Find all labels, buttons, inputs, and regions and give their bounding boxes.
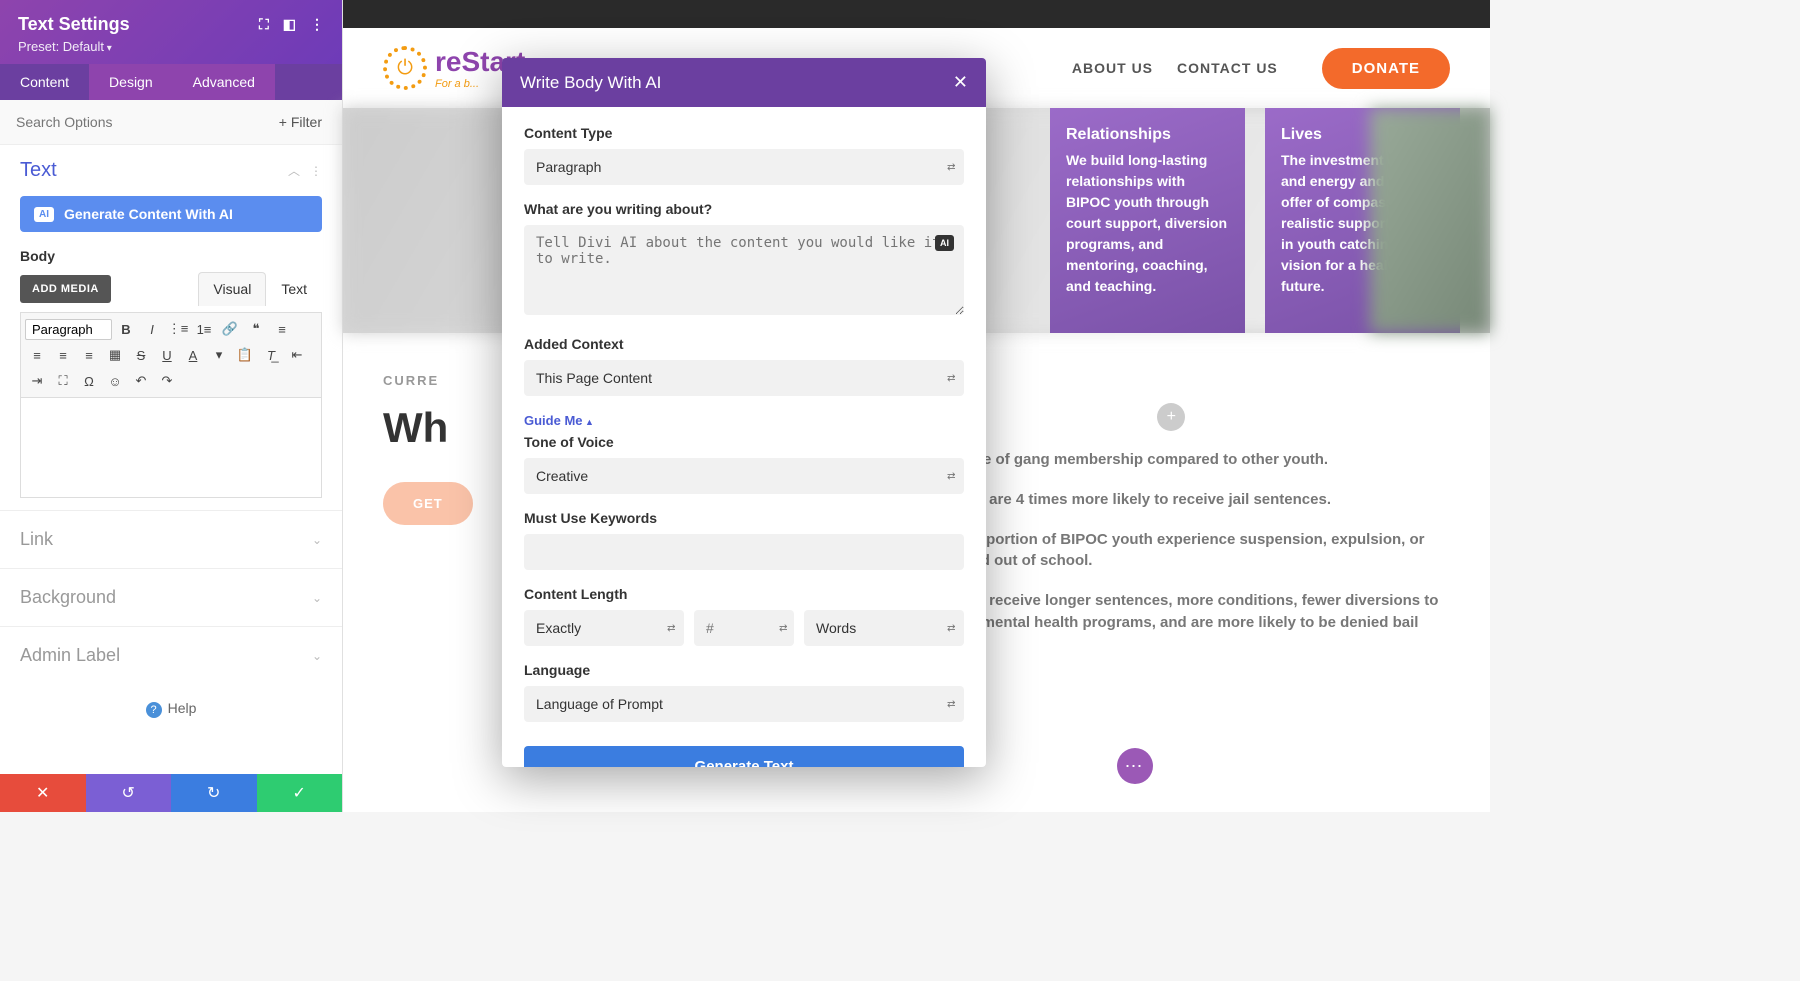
about-textarea[interactable] bbox=[524, 225, 964, 315]
about-label: What are you writing about? bbox=[524, 201, 964, 217]
add-media-button[interactable]: ADD MEDIA bbox=[20, 275, 111, 303]
paste-icon[interactable]: 📋 bbox=[233, 343, 257, 367]
menu-icon[interactable]: ⋮ bbox=[310, 16, 324, 33]
preset-dropdown[interactable]: Preset: Default bbox=[18, 39, 324, 54]
chevron-down-icon: ⌄ bbox=[312, 649, 322, 663]
added-context-select[interactable]: This Page Content bbox=[524, 360, 964, 396]
text-section-title: Text bbox=[20, 159, 57, 182]
clear-format-icon[interactable]: T̲ bbox=[259, 343, 283, 367]
editor-toolbar: Paragraph B I ⋮≡ 1≡ 🔗 ❝ ≡ ≡ ≡ ≡ ▦ S U A … bbox=[20, 312, 322, 398]
sidebar-title: Text Settings bbox=[18, 14, 130, 35]
modal-title: Write Body With AI bbox=[520, 73, 661, 93]
main-nav: ABOUT US CONTACT US DONATE bbox=[1072, 48, 1450, 89]
added-context-label: Added Context bbox=[524, 336, 964, 352]
chevron-up-icon[interactable]: ︿ bbox=[288, 162, 300, 179]
paragraph-select[interactable]: Paragraph bbox=[25, 319, 112, 340]
ai-modal: Write Body With AI ✕ Content Type Paragr… bbox=[502, 58, 986, 767]
modal-header: Write Body With AI ✕ bbox=[502, 58, 986, 107]
italic-icon[interactable]: I bbox=[140, 317, 164, 341]
redo-icon[interactable]: ↷ bbox=[155, 369, 179, 393]
nav-contact[interactable]: CONTACT US bbox=[1177, 60, 1278, 76]
close-icon[interactable]: ✕ bbox=[953, 72, 968, 93]
editor-textarea[interactable] bbox=[20, 398, 322, 498]
undo-icon[interactable]: ↶ bbox=[129, 369, 153, 393]
text-section-header[interactable]: Text ︿ ⋮ bbox=[0, 145, 342, 190]
sidebar-footer: ✕ ↺ ↻ ✓ bbox=[0, 774, 342, 812]
window-top-bar bbox=[343, 0, 1490, 28]
dock-icon[interactable]: ◧ bbox=[283, 16, 296, 33]
chevron-down-icon: ⌄ bbox=[312, 591, 322, 605]
bold-icon[interactable]: B bbox=[114, 317, 138, 341]
omega-icon[interactable]: Ω bbox=[77, 369, 101, 393]
outdent-icon[interactable]: ⇤ bbox=[285, 343, 309, 367]
generate-content-button[interactable]: AI Generate Content With AI bbox=[20, 196, 322, 232]
logo-icon bbox=[383, 46, 427, 90]
color-chevron-icon[interactable]: ▾ bbox=[207, 343, 231, 367]
fullscreen-icon[interactable]: ⛶ bbox=[51, 369, 75, 393]
language-label: Language bbox=[524, 662, 964, 678]
filter-button[interactable]: Filter bbox=[271, 110, 330, 134]
strikethrough-icon[interactable]: S bbox=[129, 343, 153, 367]
ai-badge-icon: AI bbox=[34, 207, 54, 222]
language-select[interactable]: Language of Prompt bbox=[524, 686, 964, 722]
table-icon[interactable]: ▦ bbox=[103, 343, 127, 367]
length-label: Content Length bbox=[524, 586, 964, 602]
add-module-button[interactable]: + bbox=[1157, 403, 1185, 431]
length-unit-select[interactable]: Words bbox=[804, 610, 964, 646]
number-list-icon[interactable]: 1≡ bbox=[192, 317, 216, 341]
help-link[interactable]: Help bbox=[0, 684, 342, 734]
align-right-icon[interactable]: ≡ bbox=[51, 343, 75, 367]
background-section[interactable]: Background ⌄ bbox=[0, 568, 342, 626]
body-label: Body bbox=[0, 244, 342, 272]
search-input[interactable] bbox=[12, 108, 271, 136]
content-type-select[interactable]: Paragraph bbox=[524, 149, 964, 185]
undo-button[interactable]: ↺ bbox=[86, 774, 172, 812]
tone-select[interactable]: Creative bbox=[524, 458, 964, 494]
editor-tab-text[interactable]: Text bbox=[266, 272, 322, 306]
bullet-list-icon[interactable]: ⋮≡ bbox=[166, 317, 190, 341]
save-button[interactable]: ✓ bbox=[257, 774, 343, 812]
length-number-input[interactable] bbox=[694, 610, 794, 646]
tab-design[interactable]: Design bbox=[89, 64, 173, 100]
tab-content[interactable]: Content bbox=[0, 64, 89, 100]
tab-advanced[interactable]: Advanced bbox=[173, 64, 275, 100]
sidebar-header: Text Settings ⛶ ◧ ⋮ Preset: Default bbox=[0, 0, 342, 64]
feature-card: Relationships We build long-lasting rela… bbox=[1050, 108, 1245, 333]
keywords-input[interactable] bbox=[524, 534, 964, 570]
keywords-label: Must Use Keywords bbox=[524, 510, 964, 526]
text-color-icon[interactable]: A bbox=[181, 343, 205, 367]
ai-icon[interactable]: AI bbox=[935, 235, 954, 251]
align-left-icon[interactable]: ≡ bbox=[270, 317, 294, 341]
content-type-label: Content Type bbox=[524, 125, 964, 141]
expand-icon[interactable]: ⛶ bbox=[259, 16, 269, 33]
card-text: We build long-lasting relationships with… bbox=[1066, 150, 1229, 297]
builder-fab[interactable]: ⋯ bbox=[1117, 748, 1153, 784]
cancel-button[interactable]: ✕ bbox=[0, 774, 86, 812]
align-justify-icon[interactable]: ≡ bbox=[77, 343, 101, 367]
nav-about[interactable]: ABOUT US bbox=[1072, 60, 1153, 76]
link-icon[interactable]: 🔗 bbox=[218, 317, 242, 341]
guide-me-toggle[interactable]: Guide Me bbox=[524, 413, 594, 428]
align-center-icon[interactable]: ≡ bbox=[25, 343, 49, 367]
section-menu-icon[interactable]: ⋮ bbox=[310, 164, 322, 178]
indent-icon[interactable]: ⇥ bbox=[25, 369, 49, 393]
admin-label-section[interactable]: Admin Label ⌄ bbox=[0, 626, 342, 684]
donate-button[interactable]: DONATE bbox=[1322, 48, 1450, 89]
emoji-icon[interactable]: ☺ bbox=[103, 369, 127, 393]
length-mode-select[interactable]: Exactly bbox=[524, 610, 684, 646]
generate-text-button[interactable]: Generate Text bbox=[524, 746, 964, 767]
link-section[interactable]: Link ⌄ bbox=[0, 510, 342, 568]
get-involved-button[interactable]: GET bbox=[383, 482, 473, 525]
chevron-down-icon: ⌄ bbox=[312, 533, 322, 547]
underline-icon[interactable]: U bbox=[155, 343, 179, 367]
settings-sidebar: Text Settings ⛶ ◧ ⋮ Preset: Default Cont… bbox=[0, 0, 343, 812]
card-title: Relationships bbox=[1066, 126, 1229, 144]
generate-content-label: Generate Content With AI bbox=[64, 206, 233, 222]
redo-button[interactable]: ↻ bbox=[171, 774, 257, 812]
quote-icon[interactable]: ❝ bbox=[244, 317, 268, 341]
tone-label: Tone of Voice bbox=[524, 434, 964, 450]
editor-tab-visual[interactable]: Visual bbox=[198, 272, 266, 306]
sidebar-tabs: Content Design Advanced bbox=[0, 64, 342, 100]
search-row: Filter bbox=[0, 100, 342, 145]
